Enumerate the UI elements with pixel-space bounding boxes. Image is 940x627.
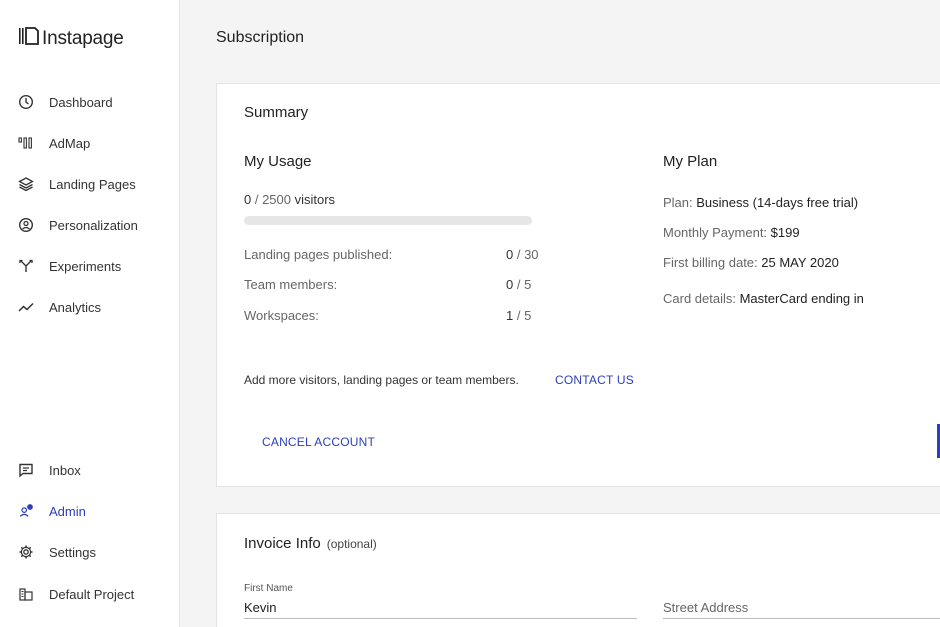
upsell-text: Add more visitors, landing pages or team…: [244, 373, 519, 387]
plan-name: Plan: Business (14-days free trial): [663, 195, 858, 210]
layers-icon: [18, 176, 34, 192]
sidebar-item-label: Experiments: [49, 258, 122, 274]
team-members-value: 0 / 5: [506, 277, 531, 292]
sidebar-item-settings[interactable]: Settings: [18, 542, 96, 562]
sidebar-item-landing-pages[interactable]: Landing Pages: [18, 174, 136, 194]
sidebar-item-analytics[interactable]: Analytics: [18, 297, 101, 317]
invoice-heading: Invoice Info (optional): [244, 535, 377, 552]
street-address-underline: [663, 618, 940, 619]
sidebar-item-admin[interactable]: Admin: [18, 501, 86, 521]
first-name-input[interactable]: Kevin: [244, 600, 277, 615]
first-billing-date: First billing date: 25 MAY 2020: [663, 255, 839, 270]
admap-icon: [18, 135, 34, 151]
team-members-label: Team members:: [244, 277, 338, 292]
workspaces-total: / 5: [513, 308, 532, 323]
sidebar-item-inbox[interactable]: Inbox: [18, 460, 81, 480]
sidebar-item-label: Inbox: [49, 462, 81, 478]
visitors-label: visitors: [291, 192, 336, 207]
summary-card: Summary My Usage 0 / 2500 visitors Landi…: [216, 83, 940, 487]
sidebar-item-label: Admin: [49, 503, 86, 519]
first-name-label: First Name: [244, 583, 293, 594]
gear-icon: [18, 544, 34, 560]
payment-label: Monthly Payment:: [663, 225, 771, 240]
invoice-card: Invoice Info (optional) First Name Kevin …: [216, 513, 940, 627]
workspaces-label: Workspaces:: [244, 308, 319, 323]
monthly-payment: Monthly Payment: $199: [663, 225, 800, 240]
sidebar-item-label: Default Project: [49, 586, 135, 602]
sidebar-item-experiments[interactable]: Experiments: [18, 256, 121, 276]
visitors-total: / 2500: [251, 192, 291, 207]
workspaces-value: 1 / 5: [506, 308, 531, 323]
usage-heading: My Usage: [244, 153, 312, 170]
sidebar-item-label: Dashboard: [49, 94, 113, 110]
visitors-progress-bar: [244, 216, 532, 225]
first-name-underline: [244, 618, 637, 619]
analytics-icon: [18, 299, 34, 315]
sidebar-item-label: AdMap: [49, 135, 91, 151]
admin-icon: [18, 503, 34, 519]
project-icon: [18, 586, 34, 602]
sidebar-item-label: Personalization: [49, 217, 138, 233]
instapage-logo-icon: [18, 26, 42, 52]
experiments-icon: [18, 258, 34, 274]
card-label: Card details:: [663, 291, 740, 306]
card-details: Card details: MasterCard ending in: [663, 291, 864, 306]
dashboard-icon: [18, 94, 34, 110]
payment-value: $199: [770, 225, 800, 240]
page-title: Subscription: [216, 29, 305, 46]
cancel-account-link[interactable]: CANCEL ACCOUNT: [262, 435, 375, 449]
street-address-input[interactable]: Street Address: [663, 600, 748, 615]
sidebar-item-label: Landing Pages: [49, 176, 136, 192]
landing-pages-published-label: Landing pages published:: [244, 247, 393, 262]
billing-label: First billing date:: [663, 255, 762, 270]
sidebar-item-admap[interactable]: AdMap: [18, 133, 90, 153]
app-name: Instapage: [42, 28, 124, 49]
summary-heading: Summary: [244, 104, 309, 121]
team-members-total: / 5: [513, 277, 532, 292]
invoice-optional-label: (optional): [326, 537, 377, 551]
invoice-title: Invoice Info: [244, 535, 321, 552]
sidebar-item-dashboard[interactable]: Dashboard: [18, 92, 113, 112]
plan-value: Business (14-days free trial): [696, 195, 859, 210]
billing-value: 25 MAY 2020: [761, 255, 839, 270]
inbox-icon: [18, 462, 34, 478]
sidebar-item-personalization[interactable]: Personalization: [18, 215, 138, 235]
visitors-usage: 0 / 2500 visitors: [244, 192, 335, 207]
sidebar-item-default-project[interactable]: Default Project: [18, 584, 134, 604]
landing-pages-published-value: 0 / 30: [506, 247, 539, 262]
landing-pages-total: / 30: [513, 247, 539, 262]
plan-label: Plan:: [663, 195, 697, 210]
plan-heading: My Plan: [663, 153, 718, 170]
sidebar: Instapage Dashboard AdMap Landing Pages …: [0, 0, 180, 627]
sidebar-item-label: Settings: [49, 544, 96, 560]
sidebar-item-label: Analytics: [49, 299, 102, 315]
personalization-icon: [18, 217, 34, 233]
card-value: MasterCard ending in: [739, 291, 864, 306]
contact-us-link[interactable]: CONTACT US: [555, 373, 634, 387]
app-logo[interactable]: Instapage: [18, 26, 124, 52]
